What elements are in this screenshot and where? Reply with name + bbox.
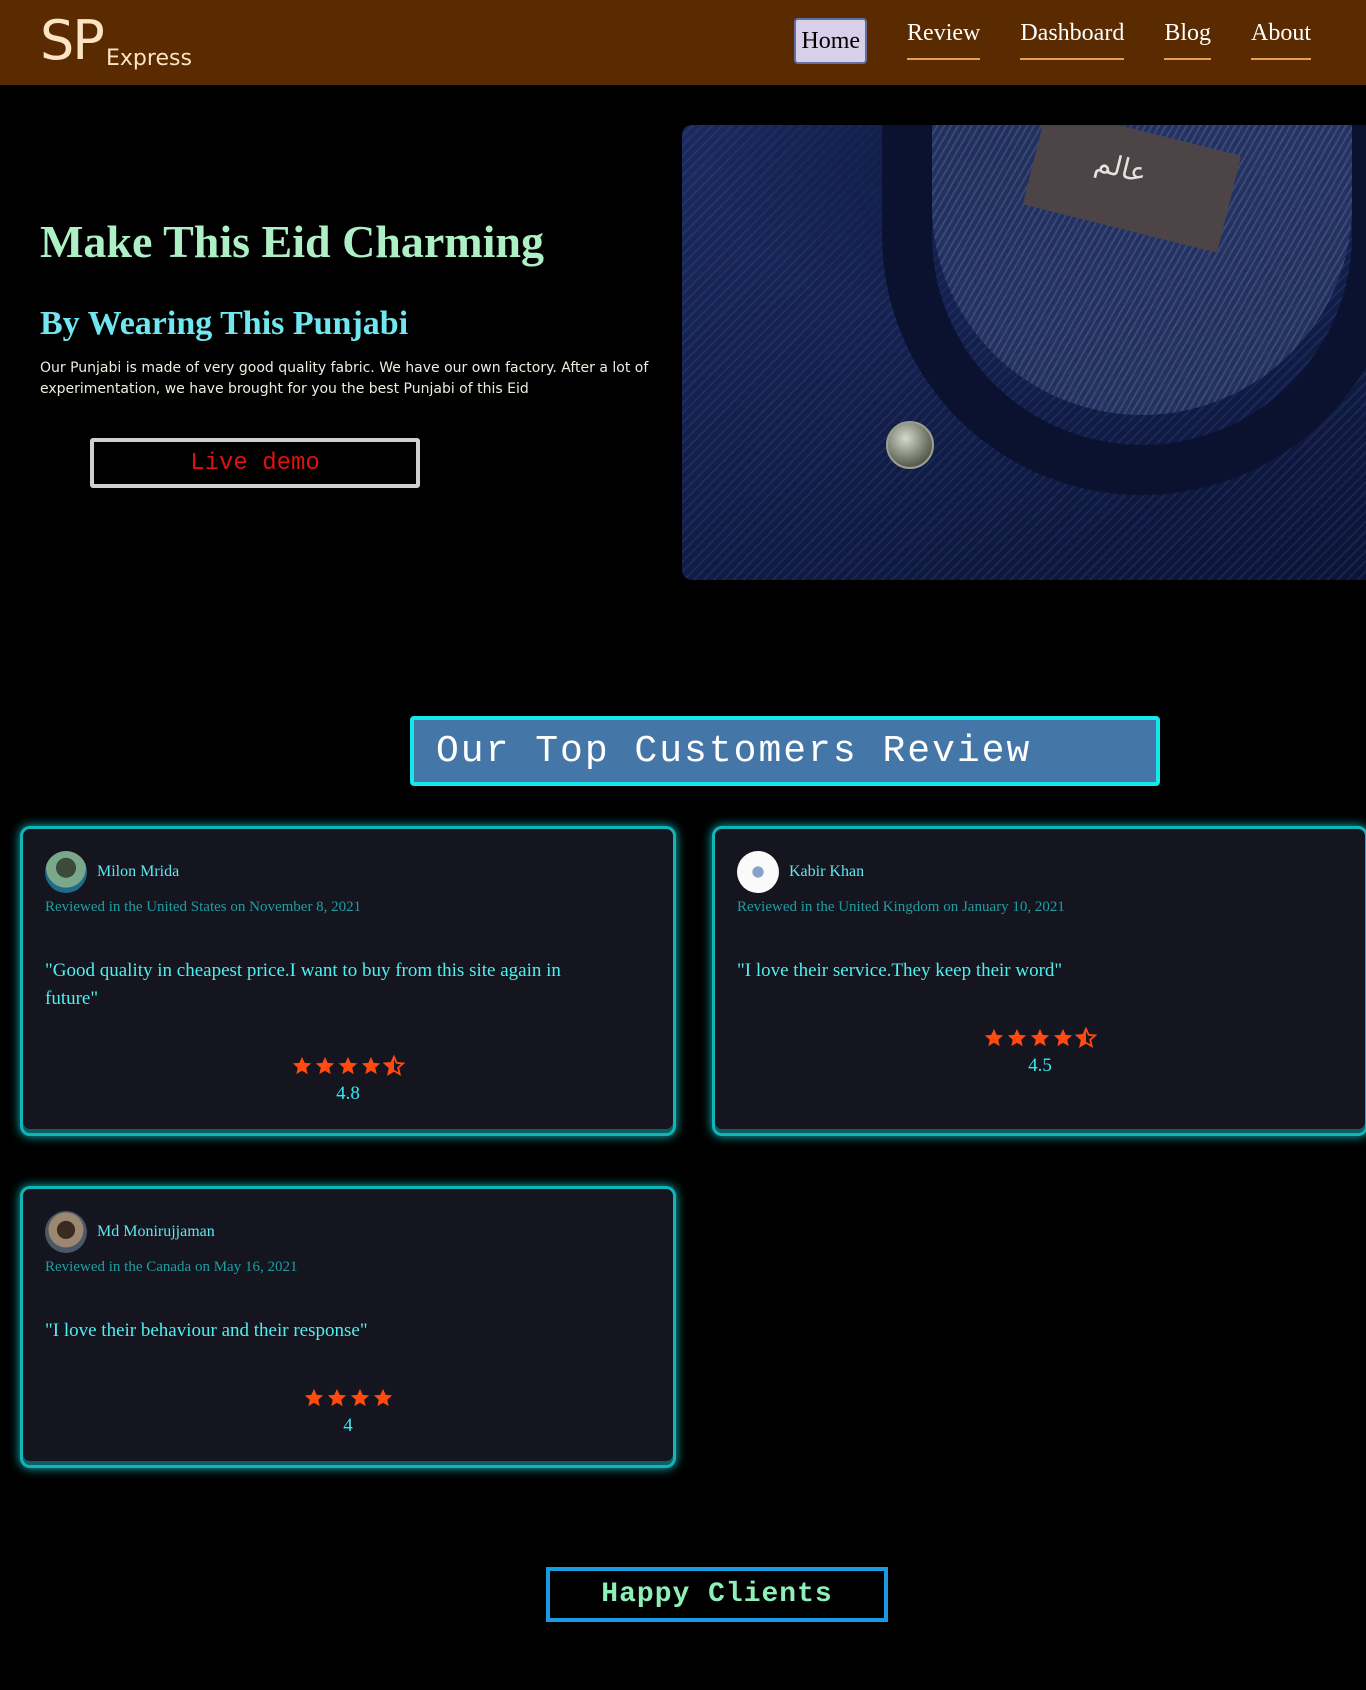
- star-icon: [314, 1055, 336, 1077]
- nav-home-link[interactable]: Home: [794, 18, 868, 64]
- site-header: SP Express Home Review Dashboard Blog Ab…: [0, 0, 1366, 85]
- reviewer-name: Kabir Khan: [789, 863, 865, 880]
- nav-blog-link[interactable]: Blog: [1164, 18, 1211, 60]
- hero-description: Our Punjabi is made of very good quality…: [40, 360, 649, 397]
- live-demo-button[interactable]: Live demo: [90, 438, 420, 488]
- review-quote: "I love their service.They keep their wo…: [737, 960, 1063, 981]
- star-half-icon: [383, 1055, 405, 1077]
- review-quote: "Good quality in cheapest price.I want t…: [45, 960, 561, 1009]
- reviewer-header: Milon Mrida: [45, 851, 179, 893]
- star-icon: [360, 1055, 382, 1077]
- main-nav: Home Review Dashboard Blog About: [794, 18, 1311, 64]
- reviewer-header: Md Monirujjaman: [45, 1211, 215, 1253]
- nav-dashboard-link[interactable]: Dashboard: [1020, 18, 1125, 60]
- rating-value: 4.5: [1028, 1055, 1052, 1076]
- review-card: Md Monirujjaman Reviewed in the Canada o…: [20, 1186, 676, 1468]
- site-logo[interactable]: SP Express: [40, 14, 192, 72]
- rating-value: 4: [343, 1415, 353, 1436]
- avatar: [45, 851, 87, 893]
- reviewer-name: Md Monirujjaman: [97, 1223, 215, 1240]
- logo-main-text: SP: [40, 9, 105, 72]
- reviews-section-title: Our Top Customers Review: [410, 716, 1160, 786]
- star-icon: [1052, 1027, 1074, 1049]
- star-half-icon: [1075, 1027, 1097, 1049]
- star-rating: [23, 1387, 673, 1409]
- reviewer-name: Milon Mrida: [97, 863, 180, 880]
- review-card: Kabir Khan Reviewed in the United Kingdo…: [712, 826, 1366, 1136]
- punjabi-collar: [882, 125, 1366, 495]
- avatar: [45, 1211, 87, 1253]
- star-icon: [1006, 1027, 1028, 1049]
- hero-subtitle: By Wearing This Punjabi: [40, 305, 409, 342]
- star-rating: [715, 1027, 1365, 1049]
- star-icon: [372, 1387, 394, 1409]
- star-icon: [983, 1027, 1005, 1049]
- review-card: Milon Mrida Reviewed in the United State…: [20, 826, 676, 1136]
- star-icon: [1029, 1027, 1051, 1049]
- avatar: [737, 851, 779, 893]
- star-icon: [337, 1055, 359, 1077]
- hero-product-image: عالم: [682, 125, 1366, 580]
- logo-sub-text: Express: [106, 46, 192, 71]
- star-icon: [303, 1387, 325, 1409]
- review-quote: "I love their behaviour and their respon…: [45, 1320, 368, 1341]
- star-icon: [291, 1055, 313, 1077]
- nav-review-link[interactable]: Review: [907, 18, 981, 60]
- shirt-button: [886, 421, 934, 469]
- review-date: Reviewed in the United Kingdom on Januar…: [737, 899, 1065, 915]
- review-date: Reviewed in the United States on Novembe…: [45, 899, 362, 915]
- hero-title: Make This Eid Charming: [40, 216, 544, 267]
- happy-clients-title: Happy Clients: [546, 1567, 888, 1622]
- rating-value: 4.8: [336, 1083, 360, 1104]
- star-icon: [349, 1387, 371, 1409]
- star-icon: [326, 1387, 348, 1409]
- reviewer-header: Kabir Khan: [737, 851, 864, 893]
- review-date: Reviewed in the Canada on May 16, 2021: [45, 1259, 298, 1275]
- star-rating: [23, 1055, 673, 1077]
- nav-about-link[interactable]: About: [1251, 18, 1311, 60]
